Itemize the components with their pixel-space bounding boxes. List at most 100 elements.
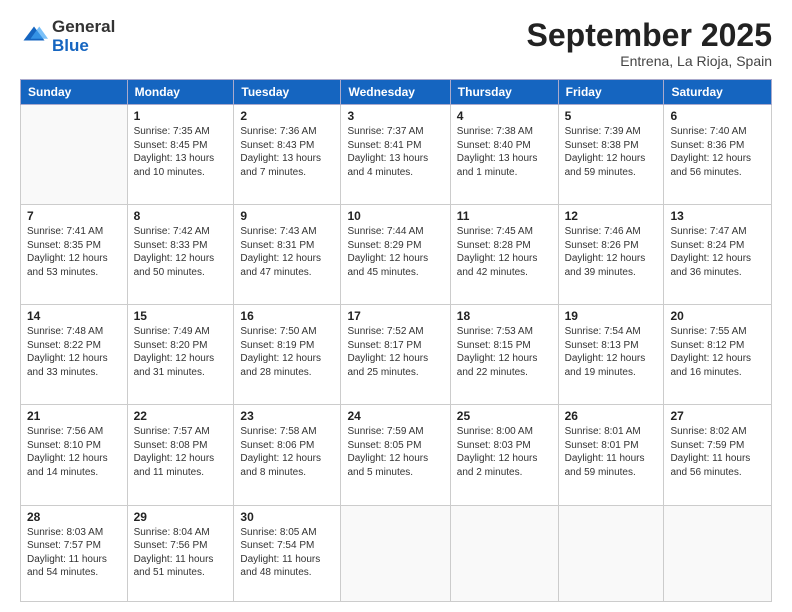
calendar-cell: 28Sunrise: 8:03 AM Sunset: 7:57 PM Dayli… — [21, 505, 128, 601]
day-info: Sunrise: 7:55 AM Sunset: 8:12 PM Dayligh… — [670, 325, 765, 379]
day-info: Sunrise: 7:40 AM Sunset: 8:36 PM Dayligh… — [670, 125, 765, 179]
calendar-cell: 17 Sunrise: 7:52 AM Sunset: 8:17 PM Dayli… — [341, 305, 450, 405]
day-number: 22 — [134, 409, 228, 423]
calendar-cell: 3Sunrise: 7:37 AM Sunset: 8:41 PM Daylig… — [341, 105, 450, 205]
day-info: Sunrise: 8:03 AM Sunset: 7:57 PM Dayligh… — [27, 526, 121, 580]
day-info: Sunrise: 7:53 AM Sunset: 8:15 PM Dayligh… — [457, 325, 552, 379]
day-info: Sunrise: 7:49 AM Sunset: 8:20 PM Dayligh… — [134, 325, 228, 379]
calendar-cell: 15 Sunrise: 7:49 AM Sunset: 8:20 PM Dayli… — [127, 305, 234, 405]
day-number: 9 — [240, 209, 334, 223]
page: General Blue September 2025 Entrena, La … — [0, 0, 792, 612]
calendar-cell: 4 Sunrise: 7:38 AM Sunset: 8:40 PM Daylig… — [450, 105, 558, 205]
day-info: Sunrise: 8:02 AM Sunset: 7:59 PM Dayligh… — [670, 425, 765, 479]
day-number: 29 — [134, 510, 228, 524]
day-number: 27 — [670, 409, 765, 423]
calendar-cell: 27 Sunrise: 8:02 AM Sunset: 7:59 PM Dayli… — [664, 405, 772, 505]
day-info: Sunrise: 7:58 AM Sunset: 8:06 PM Dayligh… — [240, 425, 334, 479]
logo-blue: Blue — [52, 37, 115, 56]
day-info: Sunrise: 8:00 AM Sunset: 8:03 PM Dayligh… — [457, 425, 552, 479]
day-number: 16 — [240, 309, 334, 323]
day-info: Sunrise: 7:52 AM Sunset: 8:17 PM Dayligh… — [347, 325, 443, 379]
calendar-cell: 10 Sunrise: 7:44 AM Sunset: 8:29 PM Dayli… — [341, 205, 450, 305]
day-number: 2 — [240, 109, 334, 123]
calendar: Sunday Monday Tuesday Wednesday Thursday… — [20, 79, 772, 602]
title-block: September 2025 Entrena, La Rioja, Spain — [527, 18, 772, 69]
calendar-cell: 21Sunrise: 7:56 AM Sunset: 8:10 PM Dayli… — [21, 405, 128, 505]
calendar-cell: 2 Sunrise: 7:36 AM Sunset: 8:43 PM Daylig… — [234, 105, 341, 205]
calendar-cell — [664, 505, 772, 601]
day-info: Sunrise: 7:36 AM Sunset: 8:43 PM Dayligh… — [240, 125, 334, 179]
col-sunday: Sunday — [21, 80, 128, 105]
day-number: 11 — [457, 209, 552, 223]
calendar-cell: 11 Sunrise: 7:45 AM Sunset: 8:28 PM Dayli… — [450, 205, 558, 305]
day-info: Sunrise: 7:57 AM Sunset: 8:08 PM Dayligh… — [134, 425, 228, 479]
calendar-cell — [450, 505, 558, 601]
day-info: Sunrise: 8:04 AM Sunset: 7:56 PM Dayligh… — [134, 526, 228, 580]
day-info: Sunrise: 7:43 AM Sunset: 8:31 PM Dayligh… — [240, 225, 334, 279]
day-number: 24 — [347, 409, 443, 423]
day-number: 20 — [670, 309, 765, 323]
day-number: 30 — [240, 510, 334, 524]
day-number: 4 — [457, 109, 552, 123]
day-number: 7 — [27, 209, 121, 223]
day-info: Sunrise: 7:39 AM Sunset: 8:38 PM Dayligh… — [565, 125, 658, 179]
day-info: Sunrise: 7:48 AM Sunset: 8:22 PM Dayligh… — [27, 325, 121, 379]
day-info: Sunrise: 7:56 AM Sunset: 8:10 PM Dayligh… — [27, 425, 121, 479]
day-number: 15 — [134, 309, 228, 323]
calendar-cell: 20 Sunrise: 7:55 AM Sunset: 8:12 PM Dayli… — [664, 305, 772, 405]
day-number: 8 — [134, 209, 228, 223]
calendar-week-2: 7 Sunrise: 7:41 AM Sunset: 8:35 PM Daylig… — [21, 205, 772, 305]
day-number: 14 — [27, 309, 121, 323]
calendar-cell: 14 Sunrise: 7:48 AM Sunset: 8:22 PM Dayli… — [21, 305, 128, 405]
day-info: Sunrise: 8:01 AM Sunset: 8:01 PM Dayligh… — [565, 425, 658, 479]
day-number: 1 — [134, 109, 228, 123]
calendar-cell: 30 Sunrise: 8:05 AM Sunset: 7:54 PM Dayli… — [234, 505, 341, 601]
calendar-week-5: 28Sunrise: 8:03 AM Sunset: 7:57 PM Dayli… — [21, 505, 772, 601]
day-info: Sunrise: 7:35 AM Sunset: 8:45 PM Dayligh… — [134, 125, 228, 179]
logo-general: General — [52, 18, 115, 37]
day-info: Sunrise: 7:47 AM Sunset: 8:24 PM Dayligh… — [670, 225, 765, 279]
calendar-cell: 26 Sunrise: 8:01 AM Sunset: 8:01 PM Dayli… — [558, 405, 664, 505]
day-info: Sunrise: 8:05 AM Sunset: 7:54 PM Dayligh… — [240, 526, 334, 580]
day-info: Sunrise: 7:45 AM Sunset: 8:28 PM Dayligh… — [457, 225, 552, 279]
day-number: 19 — [565, 309, 658, 323]
calendar-week-4: 21Sunrise: 7:56 AM Sunset: 8:10 PM Dayli… — [21, 405, 772, 505]
day-info: Sunrise: 7:54 AM Sunset: 8:13 PM Dayligh… — [565, 325, 658, 379]
day-number: 26 — [565, 409, 658, 423]
calendar-week-1: 1 Sunrise: 7:35 AM Sunset: 8:45 PM Daylig… — [21, 105, 772, 205]
calendar-cell: 13Sunrise: 7:47 AM Sunset: 8:24 PM Dayli… — [664, 205, 772, 305]
day-info: Sunrise: 7:37 AM Sunset: 8:41 PM Dayligh… — [347, 125, 443, 179]
calendar-cell: 7 Sunrise: 7:41 AM Sunset: 8:35 PM Daylig… — [21, 205, 128, 305]
day-number: 12 — [565, 209, 658, 223]
calendar-cell: 18Sunrise: 7:53 AM Sunset: 8:15 PM Dayli… — [450, 305, 558, 405]
calendar-week-3: 14 Sunrise: 7:48 AM Sunset: 8:22 PM Dayli… — [21, 305, 772, 405]
col-monday: Monday — [127, 80, 234, 105]
logo-text: General Blue — [52, 18, 115, 55]
col-wednesday: Wednesday — [341, 80, 450, 105]
day-number: 17 — [347, 309, 443, 323]
calendar-cell: 8 Sunrise: 7:42 AM Sunset: 8:33 PM Daylig… — [127, 205, 234, 305]
location: Entrena, La Rioja, Spain — [527, 53, 772, 69]
calendar-header: Sunday Monday Tuesday Wednesday Thursday… — [21, 80, 772, 105]
logo: General Blue — [20, 18, 115, 55]
day-info: Sunrise: 7:59 AM Sunset: 8:05 PM Dayligh… — [347, 425, 443, 479]
day-number: 5 — [565, 109, 658, 123]
day-number: 10 — [347, 209, 443, 223]
day-info: Sunrise: 7:38 AM Sunset: 8:40 PM Dayligh… — [457, 125, 552, 179]
col-thursday: Thursday — [450, 80, 558, 105]
calendar-cell — [21, 105, 128, 205]
calendar-cell — [341, 505, 450, 601]
calendar-cell: 25 Sunrise: 8:00 AM Sunset: 8:03 PM Dayli… — [450, 405, 558, 505]
calendar-cell: 23Sunrise: 7:58 AM Sunset: 8:06 PM Dayli… — [234, 405, 341, 505]
calendar-cell: 1 Sunrise: 7:35 AM Sunset: 8:45 PM Daylig… — [127, 105, 234, 205]
day-info: Sunrise: 7:42 AM Sunset: 8:33 PM Dayligh… — [134, 225, 228, 279]
day-info: Sunrise: 7:44 AM Sunset: 8:29 PM Dayligh… — [347, 225, 443, 279]
calendar-cell: 24 Sunrise: 7:59 AM Sunset: 8:05 PM Dayli… — [341, 405, 450, 505]
col-friday: Friday — [558, 80, 664, 105]
month-title: September 2025 — [527, 18, 772, 53]
calendar-cell: 16Sunrise: 7:50 AM Sunset: 8:19 PM Dayli… — [234, 305, 341, 405]
header-row: Sunday Monday Tuesday Wednesday Thursday… — [21, 80, 772, 105]
calendar-cell: 6Sunrise: 7:40 AM Sunset: 8:36 PM Daylig… — [664, 105, 772, 205]
day-info: Sunrise: 7:41 AM Sunset: 8:35 PM Dayligh… — [27, 225, 121, 279]
day-number: 25 — [457, 409, 552, 423]
